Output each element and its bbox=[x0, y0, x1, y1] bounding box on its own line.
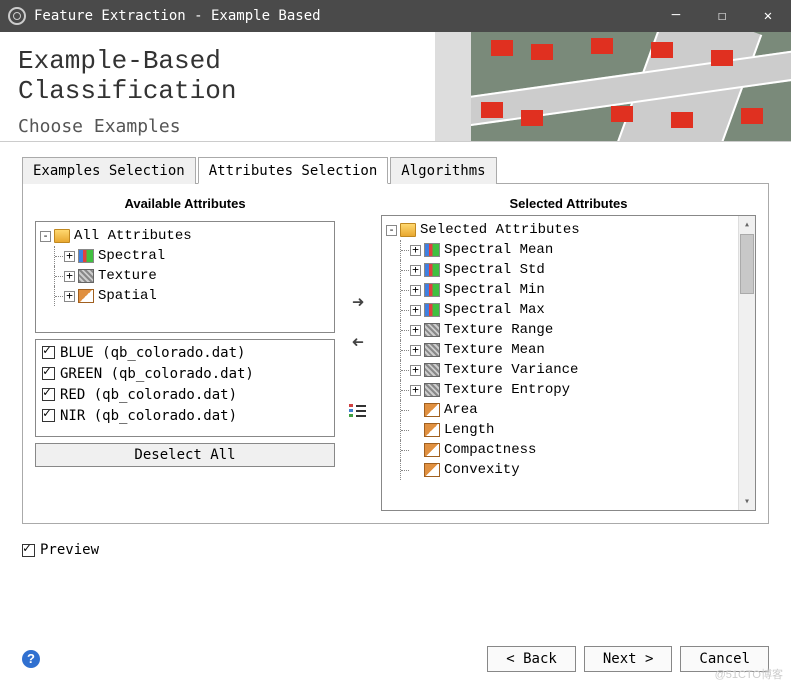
tab-bar: Examples Selection Attributes Selection … bbox=[22, 156, 769, 184]
expand-icon[interactable]: + bbox=[64, 271, 75, 282]
scrollbar[interactable]: ▴ ▾ bbox=[738, 216, 755, 510]
expand-icon[interactable]: + bbox=[410, 265, 421, 276]
maximize-button[interactable]: ☐ bbox=[699, 0, 745, 32]
collapse-icon[interactable]: - bbox=[386, 225, 397, 236]
page-subtitle: Choose Examples bbox=[18, 116, 453, 137]
spatial-icon bbox=[424, 463, 440, 477]
band-row: NIR (qb_colorado.dat) bbox=[38, 405, 332, 426]
tree-item[interactable]: Spectral Std bbox=[444, 262, 545, 278]
app-icon bbox=[8, 7, 26, 25]
spatial-icon bbox=[424, 403, 440, 417]
tree-item-texture[interactable]: Texture bbox=[98, 268, 157, 284]
tree-item[interactable]: Texture Entropy bbox=[444, 382, 570, 398]
watermark: @51CTO博客 bbox=[715, 666, 783, 682]
folder-icon bbox=[400, 223, 416, 237]
close-button[interactable]: ✕ bbox=[745, 0, 791, 32]
texture-icon bbox=[424, 383, 440, 397]
tree-item[interactable]: Spectral Max bbox=[444, 302, 545, 318]
tree-root-label: All Attributes bbox=[74, 228, 192, 244]
checkbox-blue[interactable] bbox=[42, 346, 55, 359]
tree-item[interactable]: Area bbox=[444, 402, 478, 418]
band-row: GREEN (qb_colorado.dat) bbox=[38, 363, 332, 384]
expand-icon[interactable]: + bbox=[410, 245, 421, 256]
selected-attributes-title: Selected Attributes bbox=[381, 196, 756, 211]
tree-item-spatial[interactable]: Spatial bbox=[98, 288, 157, 304]
spatial-icon bbox=[424, 423, 440, 437]
list-view-icon[interactable] bbox=[349, 404, 367, 418]
checkbox-red[interactable] bbox=[42, 388, 55, 401]
deselect-all-button[interactable]: Deselect All bbox=[35, 443, 335, 467]
window-title: Feature Extraction - Example Based bbox=[34, 8, 653, 24]
titlebar: Feature Extraction - Example Based ─ ☐ ✕ bbox=[0, 0, 791, 32]
checkbox-green[interactable] bbox=[42, 367, 55, 380]
scroll-thumb[interactable] bbox=[740, 234, 754, 294]
expand-icon[interactable]: + bbox=[410, 305, 421, 316]
expand-icon[interactable]: + bbox=[410, 385, 421, 396]
bands-list[interactable]: BLUE (qb_colorado.dat) GREEN (qb_colorad… bbox=[35, 339, 335, 437]
minimize-button[interactable]: ─ bbox=[653, 0, 699, 32]
spatial-icon bbox=[78, 289, 94, 303]
spectral-icon bbox=[424, 303, 440, 317]
spectral-icon bbox=[78, 249, 94, 263]
attributes-panel: Available Attributes - All Attributes + … bbox=[22, 184, 769, 524]
expand-icon[interactable]: + bbox=[410, 325, 421, 336]
tab-examples-selection[interactable]: Examples Selection bbox=[22, 157, 196, 184]
scroll-down-icon[interactable]: ▾ bbox=[739, 493, 755, 510]
expand-icon[interactable]: + bbox=[410, 285, 421, 296]
band-label: RED (qb_colorado.dat) bbox=[60, 387, 237, 403]
help-icon[interactable]: ? bbox=[22, 650, 40, 668]
tree-item[interactable]: Spectral Min bbox=[444, 282, 545, 298]
header: Example-Based Classification Choose Exam… bbox=[0, 32, 791, 142]
band-label: GREEN (qb_colorado.dat) bbox=[60, 366, 254, 382]
band-row: RED (qb_colorado.dat) bbox=[38, 384, 332, 405]
scroll-up-icon[interactable]: ▴ bbox=[739, 216, 755, 233]
band-row: BLUE (qb_colorado.dat) bbox=[38, 342, 332, 363]
texture-icon bbox=[78, 269, 94, 283]
tree-item[interactable]: Length bbox=[444, 422, 494, 438]
tree-item[interactable]: Texture Mean bbox=[444, 342, 545, 358]
tab-algorithms[interactable]: Algorithms bbox=[390, 157, 496, 184]
tree-item[interactable]: Texture Range bbox=[444, 322, 553, 338]
add-attribute-button[interactable]: ➜ bbox=[352, 290, 364, 316]
spectral-icon bbox=[424, 283, 440, 297]
content-area: Examples Selection Attributes Selection … bbox=[0, 142, 791, 530]
available-attributes-tree[interactable]: - All Attributes + Spectral + Texture bbox=[35, 221, 335, 333]
band-label: BLUE (qb_colorado.dat) bbox=[60, 345, 245, 361]
spatial-icon bbox=[424, 443, 440, 457]
back-button[interactable]: < Back bbox=[487, 646, 576, 672]
expand-icon[interactable]: + bbox=[410, 365, 421, 376]
expand-icon[interactable]: + bbox=[64, 251, 75, 262]
texture-icon bbox=[424, 323, 440, 337]
tab-attributes-selection[interactable]: Attributes Selection bbox=[198, 157, 389, 184]
page-title: Example-Based Classification bbox=[18, 46, 453, 106]
tree-item[interactable]: Compactness bbox=[444, 442, 536, 458]
available-attributes-title: Available Attributes bbox=[35, 196, 335, 211]
expand-icon[interactable]: + bbox=[64, 291, 75, 302]
spectral-icon bbox=[424, 243, 440, 257]
band-label: NIR (qb_colorado.dat) bbox=[60, 408, 237, 424]
tree-item[interactable]: Texture Variance bbox=[444, 362, 578, 378]
tree-root-label: Selected Attributes bbox=[420, 222, 580, 238]
folder-icon bbox=[54, 229, 70, 243]
texture-icon bbox=[424, 363, 440, 377]
collapse-icon[interactable]: - bbox=[40, 231, 51, 242]
spectral-icon bbox=[424, 263, 440, 277]
header-image bbox=[471, 32, 791, 141]
texture-icon bbox=[424, 343, 440, 357]
checkbox-nir[interactable] bbox=[42, 409, 55, 422]
next-button[interactable]: Next > bbox=[584, 646, 673, 672]
tree-item[interactable]: Convexity bbox=[444, 462, 520, 478]
footer: ? < Back Next > Cancel bbox=[0, 646, 791, 672]
selected-attributes-tree[interactable]: - Selected Attributes + Spectral Mean + Spect… bbox=[381, 215, 756, 511]
preview-label: Preview bbox=[40, 542, 99, 558]
tree-item[interactable]: Spectral Mean bbox=[444, 242, 553, 258]
expand-icon[interactable]: + bbox=[410, 345, 421, 356]
preview-row: Preview bbox=[22, 542, 99, 558]
preview-checkbox[interactable] bbox=[22, 544, 35, 557]
remove-attribute-button[interactable]: ➜ bbox=[352, 330, 364, 356]
tree-item-spectral[interactable]: Spectral bbox=[98, 248, 165, 264]
